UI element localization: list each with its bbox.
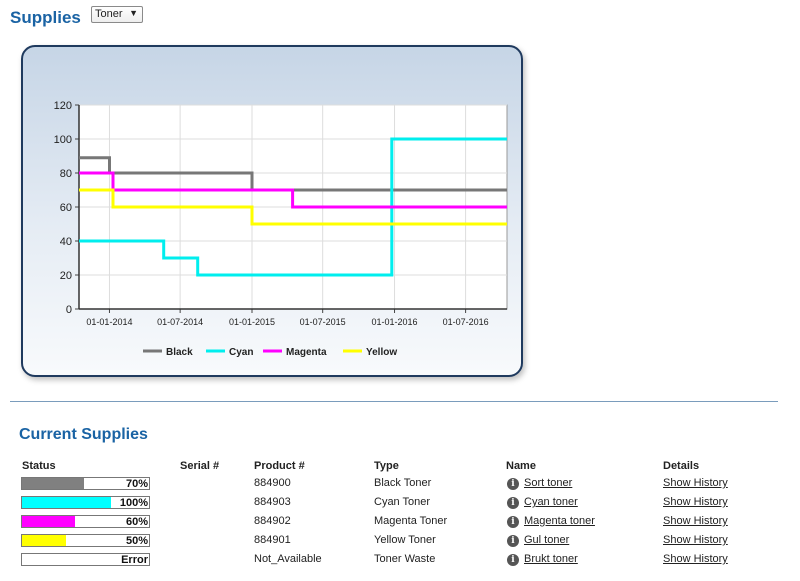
info-icon[interactable]: i [507, 554, 519, 566]
header-product: Product # [254, 460, 305, 472]
show-history-link[interactable]: Show History [663, 515, 728, 527]
status-bar-fill [22, 478, 85, 489]
y-tick-label: 60 [60, 202, 72, 214]
supply-name-link[interactable]: Sort toner [524, 477, 572, 489]
select-value: Toner [95, 8, 123, 20]
product-cell: 884903 [254, 496, 291, 508]
info-icon[interactable]: i [507, 535, 519, 547]
x-tick-label: 01-01-2015 [229, 317, 275, 327]
product-cell: 884902 [254, 515, 291, 527]
chevron-down-icon: ▼ [129, 8, 138, 18]
status-percent: 50% [125, 535, 148, 547]
type-cell: Yellow Toner [374, 534, 436, 546]
status-bar: 70% [21, 477, 150, 490]
y-tick-label: 0 [66, 304, 72, 316]
x-tick-label: 01-07-2015 [300, 317, 346, 327]
status-bar-fill [22, 535, 67, 546]
legend-label: Cyan [229, 347, 253, 358]
legend-label: Magenta [286, 347, 327, 358]
supply-name-link[interactable]: Cyan toner [524, 496, 578, 508]
status-bar-fill [22, 516, 76, 527]
header-type: Type [374, 460, 399, 472]
info-icon[interactable]: i [507, 478, 519, 490]
supply-type-select[interactable]: Toner ▼ [91, 6, 143, 23]
current-supplies-title: Current Supplies [19, 426, 148, 443]
type-cell: Cyan Toner [374, 496, 431, 508]
header-serial: Serial # [180, 460, 220, 472]
x-tick-label: 01-01-2016 [372, 317, 418, 327]
legend-label: Yellow [366, 347, 397, 358]
status-percent: 100% [119, 497, 148, 509]
status-percent: 60% [125, 516, 148, 528]
supply-name-link[interactable]: Gul toner [524, 534, 569, 546]
header-details: Details [663, 460, 700, 472]
info-icon[interactable]: i [507, 497, 519, 509]
supply-name-link[interactable]: Magenta toner [524, 515, 595, 527]
x-tick-label: 01-07-2016 [443, 317, 489, 327]
status-bar-fill [22, 497, 111, 508]
y-tick-label: 20 [60, 270, 72, 282]
page-title: Supplies [10, 8, 81, 27]
status-percent: 70% [125, 478, 148, 490]
show-history-link[interactable]: Show History [663, 496, 728, 508]
y-tick-label: 120 [54, 100, 72, 112]
section-divider [10, 401, 778, 402]
info-icon[interactable]: i [507, 516, 519, 528]
show-history-link[interactable]: Show History [663, 553, 728, 565]
type-cell: Black Toner [374, 477, 432, 489]
y-tick-label: 100 [54, 134, 72, 146]
product-cell: 884901 [254, 534, 291, 546]
legend-label: Black [166, 347, 193, 358]
type-cell: Toner Waste [374, 553, 436, 565]
product-cell: Not_Available [254, 553, 322, 565]
header-status: Status [22, 460, 56, 472]
y-tick-label: 80 [60, 168, 72, 180]
header-name: Name [506, 460, 536, 472]
supplies-chart-panel: 01-01-2014 01-07-2014 01-01-2015 01-07-2015… [21, 45, 523, 377]
y-tick-label: 40 [60, 236, 72, 248]
status-bar: Error [21, 553, 150, 566]
status-bar: 60% [21, 515, 150, 528]
type-cell: Magenta Toner [374, 515, 448, 527]
status-bar: 50% [21, 534, 150, 547]
product-cell: 884900 [254, 477, 291, 489]
show-history-link[interactable]: Show History [663, 534, 728, 546]
status-percent: Error [121, 554, 148, 566]
supply-name-link[interactable]: Brukt toner [524, 553, 578, 565]
status-bar: 100% [21, 496, 150, 509]
x-tick-label: 01-01-2014 [86, 317, 132, 327]
show-history-link[interactable]: Show History [663, 477, 728, 489]
x-tick-label: 01-07-2014 [157, 317, 203, 327]
supplies-history-chart: 01-01-2014 01-07-2014 01-01-2015 01-07-2015… [54, 100, 508, 358]
